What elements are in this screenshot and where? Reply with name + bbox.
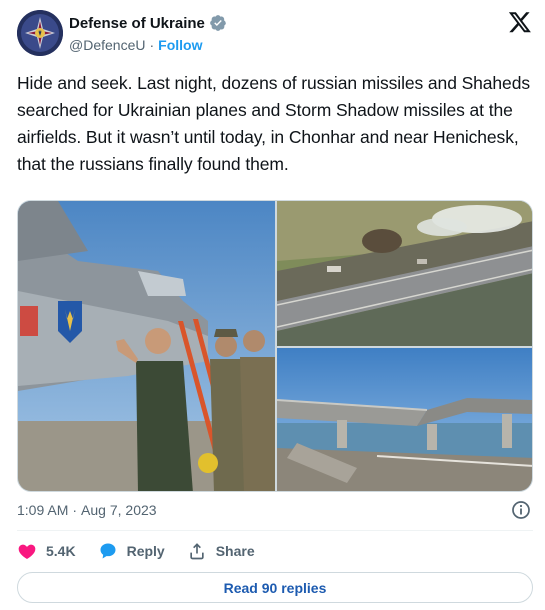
- separator-dot: ·: [149, 37, 155, 53]
- media-image-2[interactable]: [277, 201, 532, 346]
- tweet-time: 1:09 AM: [17, 502, 69, 518]
- info-icon[interactable]: [511, 500, 531, 520]
- account-name-row[interactable]: Defense of Ukraine: [69, 13, 227, 33]
- tweet-text: Hide and seek. Last night, dozens of rus…: [17, 73, 530, 174]
- timestamp-separator: ·: [72, 502, 78, 518]
- account-handle[interactable]: @DefenceU: [69, 37, 145, 53]
- handle-row: @DefenceU · Follow: [69, 36, 202, 54]
- photo-soldiers-signing-jet-icon: [18, 201, 275, 491]
- media-image-3[interactable]: [277, 348, 532, 491]
- divider: [17, 530, 533, 531]
- ministry-emblem-icon: [17, 10, 63, 56]
- heart-icon: [18, 544, 36, 559]
- media-grid: [17, 200, 533, 492]
- reply-button[interactable]: Reply: [98, 541, 165, 561]
- x-logo-icon[interactable]: [508, 10, 532, 34]
- share-label: Share: [215, 543, 255, 559]
- share-icon: [190, 543, 204, 560]
- follow-button[interactable]: Follow: [158, 37, 202, 53]
- read-replies-button[interactable]: Read 90 replies: [17, 572, 533, 603]
- photo-aerial-damaged-bridge-icon: [277, 201, 532, 346]
- media-image-1[interactable]: [18, 201, 275, 491]
- photo-collapsed-bridge-icon: [277, 348, 532, 491]
- account-name[interactable]: Defense of Ukraine: [69, 15, 205, 32]
- avatar[interactable]: [17, 10, 63, 56]
- verified-badge-icon: [210, 15, 226, 31]
- tweet-timestamp[interactable]: 1:09 AM · Aug 7, 2023: [17, 502, 157, 518]
- like-count: 5.4K: [46, 543, 76, 559]
- reply-bubble-icon: [100, 543, 116, 559]
- action-bar: 5.4K Reply Share: [17, 538, 255, 564]
- like-button[interactable]: 5.4K: [17, 541, 76, 561]
- share-button[interactable]: Share: [187, 541, 255, 561]
- tweet-card: Defense of Ukraine @DefenceU · Follow Hi…: [0, 0, 545, 610]
- reply-label: Reply: [126, 543, 165, 559]
- tweet-date: Aug 7, 2023: [81, 502, 157, 518]
